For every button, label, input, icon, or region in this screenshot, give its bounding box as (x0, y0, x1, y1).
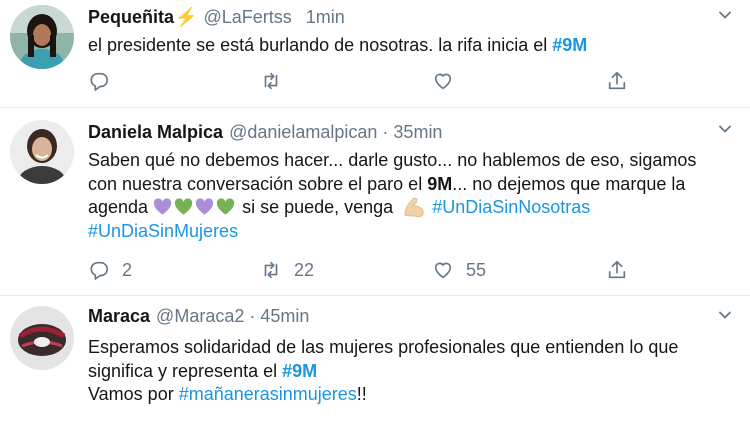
retweet-count: 22 (294, 259, 315, 280)
like-icon (434, 73, 452, 90)
tweet-header: Daniela Malpica @danielamalpican · 35min (88, 119, 442, 145)
caret-down-icon[interactable] (718, 122, 732, 136)
hashtag-link[interactable]: #UnDiaSinNosotras (432, 197, 590, 217)
display-name[interactable]: Daniela Malpica (88, 122, 223, 143)
username[interactable]: @danielamalpican (229, 122, 377, 143)
tweet-text-content: el presidente se está burlando de nosotr… (88, 35, 553, 55)
tweet-text: el presidente se está burlando de nosotr… (88, 34, 728, 58)
caret-down-icon[interactable] (718, 308, 732, 322)
purple-heart-emoji (153, 198, 172, 215)
display-name[interactable]: Maraca (88, 306, 150, 327)
separator: · (382, 121, 389, 142)
timestamp[interactable]: 1min (306, 7, 345, 28)
like-count: 55 (466, 259, 487, 280)
username[interactable]: @LaFertss (203, 7, 291, 28)
like-button[interactable]: 55 (432, 258, 486, 282)
timestamp[interactable]: 45min (260, 306, 309, 327)
share-button[interactable] (606, 69, 628, 93)
like-button[interactable] (432, 69, 454, 93)
separator: · (249, 305, 256, 326)
purple-heart-emoji (195, 198, 214, 215)
retweet-icon (264, 261, 278, 279)
hashtag-link[interactable]: #9M (552, 35, 587, 55)
tweet-text-content: !! (356, 384, 367, 404)
reply-icon (90, 261, 109, 280)
tweet-actions (88, 69, 648, 93)
like-icon (434, 262, 452, 279)
green-heart-emoji (216, 198, 235, 215)
tweet-actions: 2 22 55 (88, 258, 648, 282)
lightning-emoji: ⚡ (175, 6, 198, 27)
tweet[interactable]: Pequeñita ⚡ @LaFertss 1min el presidente… (0, 0, 750, 108)
tweet-header: Pequeñita ⚡ @LaFertss 1min (88, 4, 345, 30)
avatar[interactable] (10, 5, 74, 69)
display-name[interactable]: Pequeñita (88, 7, 174, 28)
retweet-icon (264, 72, 278, 90)
tweet-feed: Pequeñita ⚡ @LaFertss 1min el presidente… (0, 0, 750, 424)
bold-text: 9M (427, 173, 453, 194)
tweet[interactable]: Maraca @Maraca2 · 45min Esperamos solida… (0, 296, 750, 424)
timestamp[interactable]: 35min (393, 122, 442, 143)
hashtag-link[interactable]: #9M (282, 361, 317, 381)
reply-button[interactable]: 2 (88, 258, 132, 282)
hashtag-link[interactable]: #UnDiaSinMujeres (88, 221, 238, 241)
share-icon (608, 71, 626, 90)
reply-icon (90, 72, 109, 91)
avatar[interactable] (10, 306, 74, 370)
tweet-text: Esperamos solidaridad de las mujeres pro… (88, 336, 728, 407)
caret-down-icon[interactable] (718, 8, 732, 22)
flexed-biceps-emoji (404, 197, 424, 217)
tweet-text: Saben qué no debemos hacer... darle gust… (88, 149, 728, 243)
tweet-text-content: Esperamos solidaridad de las mujeres pro… (88, 337, 679, 381)
share-icon (608, 260, 626, 279)
retweet-button[interactable] (260, 69, 282, 93)
avatar[interactable] (10, 120, 74, 184)
tweet[interactable]: Daniela Malpica @danielamalpican · 35min… (0, 108, 750, 296)
reply-button[interactable] (88, 69, 110, 93)
share-button[interactable] (606, 258, 628, 282)
username[interactable]: @Maraca2 (156, 306, 244, 327)
tweet-header: Maraca @Maraca2 · 45min (88, 303, 309, 329)
hashtag-link[interactable]: #mañanerasinmujeres (179, 384, 357, 404)
tweet-text-content: si se puede, venga (237, 197, 399, 217)
reply-count: 2 (122, 259, 133, 280)
retweet-button[interactable]: 22 (260, 258, 314, 282)
green-heart-emoji (174, 198, 193, 215)
tweet-text-content: Vamos por (88, 384, 179, 404)
